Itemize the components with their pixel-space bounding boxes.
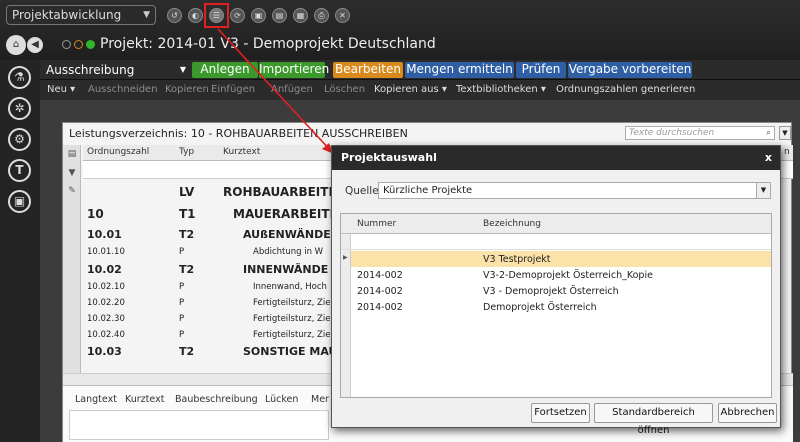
row-pointer-icon: ▶	[343, 254, 348, 261]
continue-button[interactable]: Fortsetzen	[531, 403, 590, 423]
source-value: Kürzliche Projekte	[383, 185, 473, 196]
project-grid-header: Nummer Bezeichnung	[341, 214, 771, 234]
project-grid: Nummer Bezeichnung V3 Testprojekt 2014-0…	[340, 213, 772, 398]
table-row[interactable]: 2014-002 Demoprojekt Österreich	[351, 299, 771, 315]
grid-filter-row[interactable]	[341, 234, 771, 250]
cell-nummer: 2014-002	[357, 270, 403, 281]
col-bezeichnung[interactable]: Bezeichnung	[483, 219, 541, 229]
source-select[interactable]: Kürzliche Projekte ▼	[378, 182, 771, 199]
table-row[interactable]: V3 Testprojekt	[351, 251, 771, 267]
table-row[interactable]: 2014-002 V3 - Demoprojekt Österreich	[351, 283, 771, 299]
dialog-title-bar: Projektauswahl x	[332, 146, 780, 170]
cell-bezeichnung: Demoprojekt Österreich	[483, 302, 597, 313]
open-default-button[interactable]: Standardbereich öffnen	[594, 403, 713, 436]
close-icon[interactable]: x	[765, 146, 772, 170]
table-row[interactable]: 2014-002 V3-2-Demoprojekt Österreich_Kopi…	[351, 267, 771, 283]
cell-bezeichnung: V3 - Demoprojekt Österreich	[483, 286, 619, 297]
cell-nummer: 2014-002	[357, 286, 403, 297]
cell-bezeichnung: V3-2-Demoprojekt Österreich_Kopie	[483, 270, 653, 281]
source-label: Quelle	[345, 185, 379, 197]
chevron-down-icon[interactable]: ▼	[756, 183, 770, 198]
project-selection-dialog: Projektauswahl x Quelle Kürzliche Projekt…	[331, 145, 781, 436]
cell-nummer: 2014-002	[357, 302, 403, 313]
col-nummer[interactable]: Nummer	[357, 219, 396, 229]
cell-bezeichnung: V3 Testprojekt	[483, 254, 551, 265]
cancel-button[interactable]: Abbrechen	[718, 403, 777, 423]
dialog-title: Projektauswahl	[341, 151, 437, 164]
